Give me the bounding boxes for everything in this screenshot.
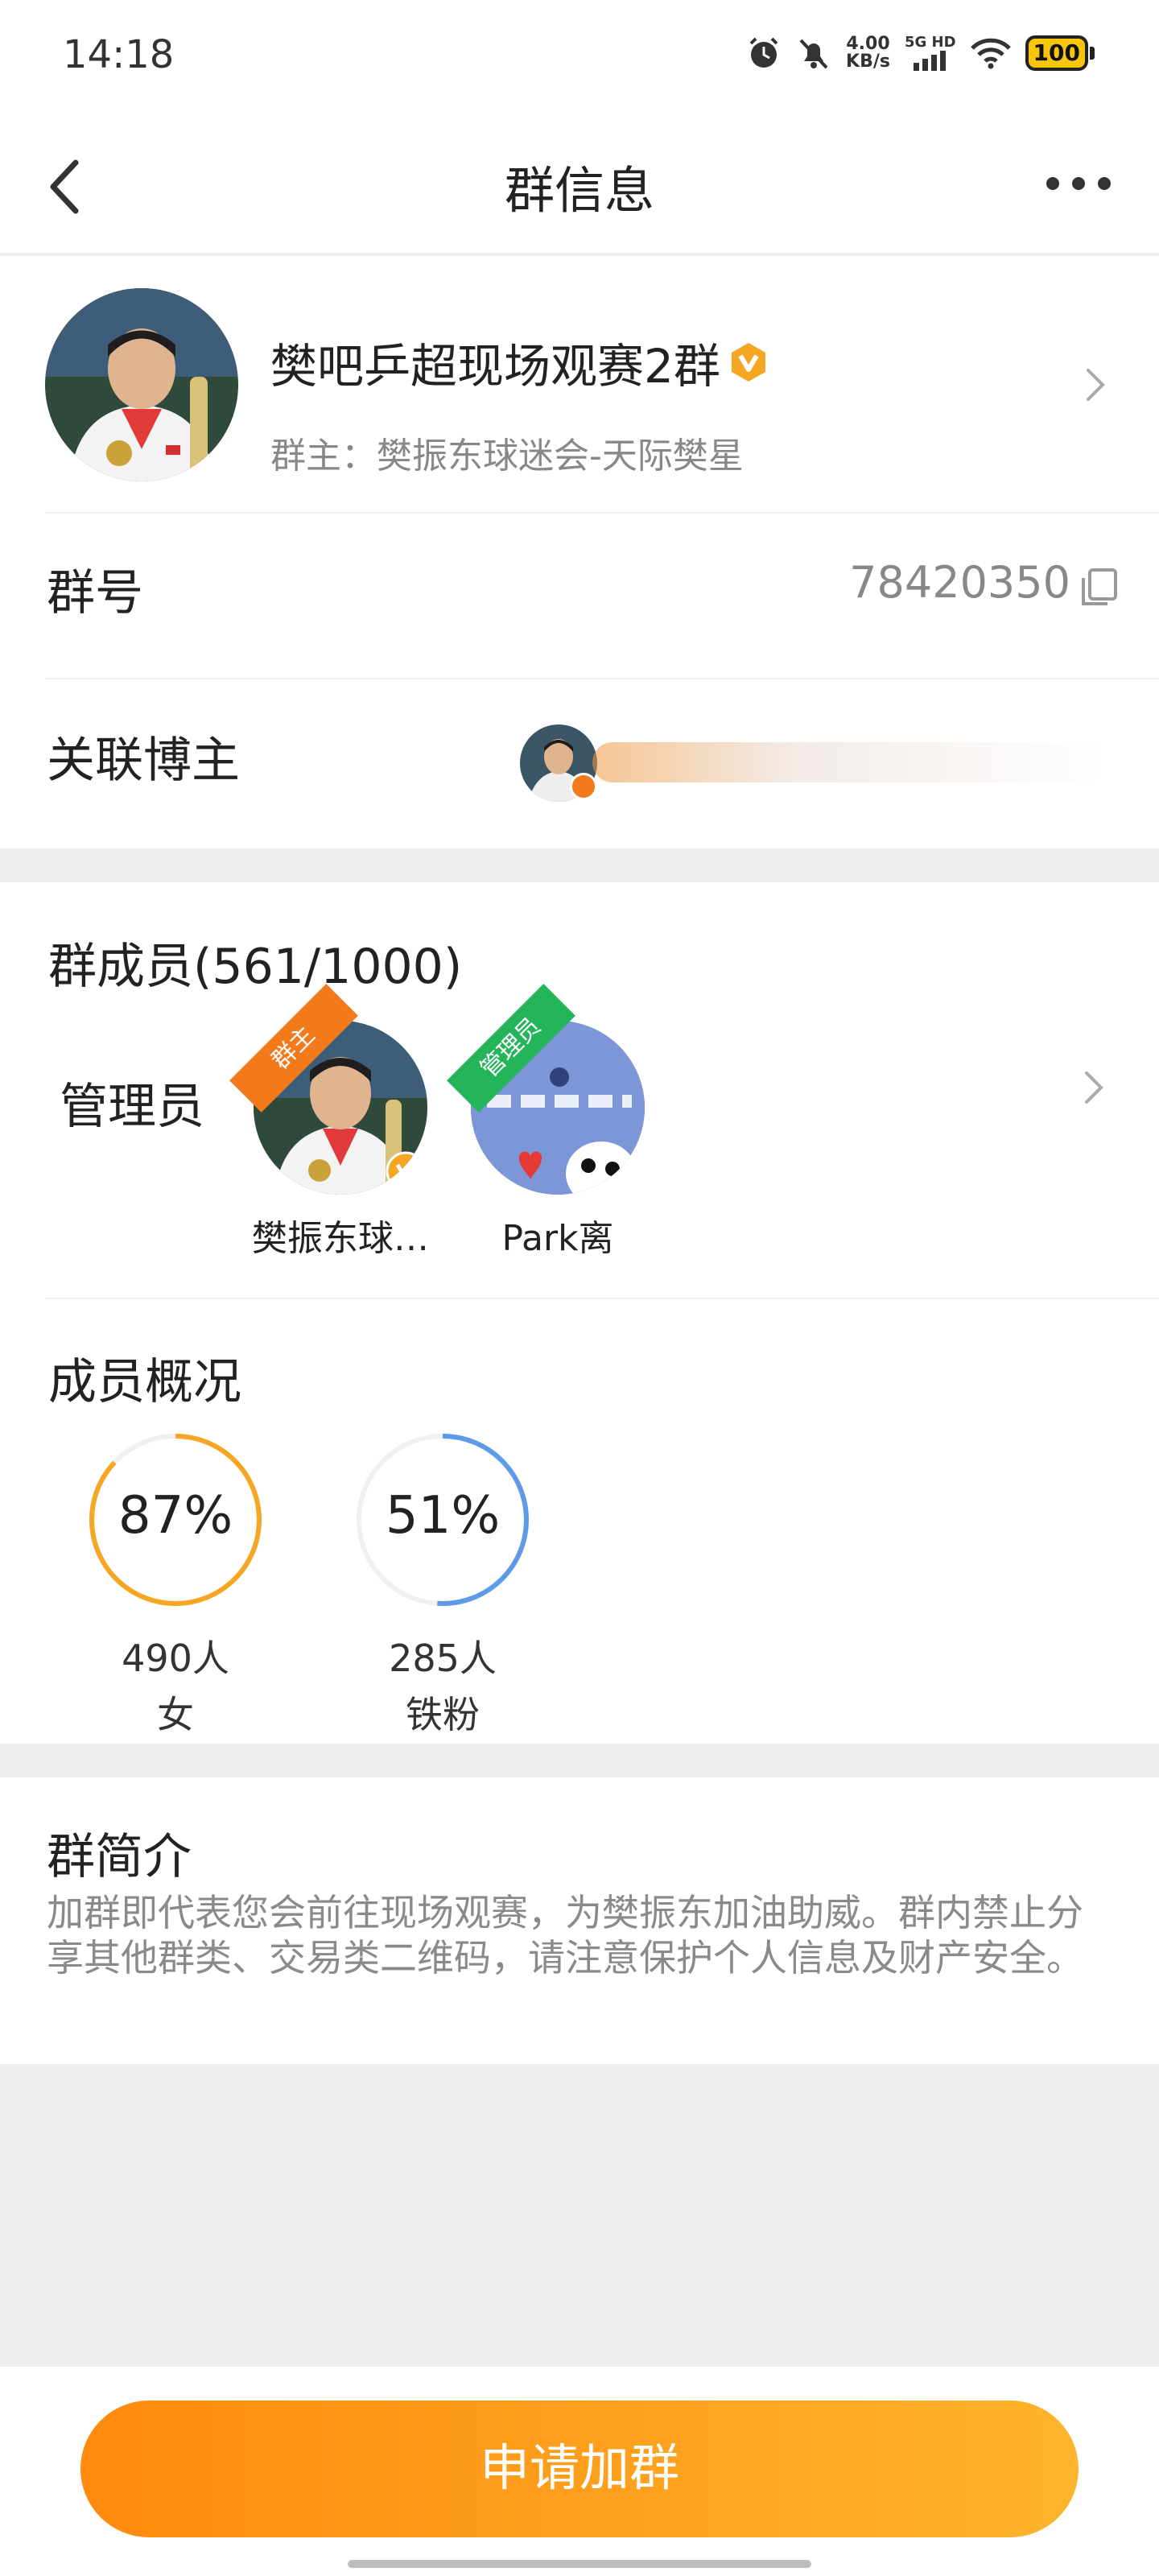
- alarm-icon: [749, 37, 778, 68]
- status-icons: 4.00 KB/s 5G HD 100: [746, 35, 1095, 71]
- stat-count: 285人: [389, 1637, 497, 1680]
- group-owner: 群主：樊振东球迷会-天际樊星: [270, 436, 744, 477]
- stat-percent: 87%: [118, 1486, 233, 1546]
- group-number-value: 78420350: [849, 557, 1070, 608]
- chevron-right-icon: [1087, 369, 1105, 401]
- intro-text: 加群即代表您会前往现场观赛，为樊振东加油助威。群内禁止分享其他群类、交易类二维码…: [47, 1891, 1083, 1979]
- battery-icon: 100: [1025, 35, 1095, 71]
- stat-count: 490人: [122, 1637, 229, 1680]
- linked-blogger-label: 关联博主: [47, 733, 240, 789]
- verified-badge-icon: [386, 1151, 426, 1191]
- group-header[interactable]: 樊吧乒超现场观赛2群 群主：樊振东球迷会-天际樊星: [45, 288, 1116, 481]
- status-time: 14:18: [63, 32, 175, 77]
- divider: [45, 1298, 1159, 1299]
- admin-name: Park离: [501, 1218, 614, 1259]
- status-bar: 14:18 4.00 KB/s 5G HD 100: [0, 0, 1159, 121]
- divider: [45, 678, 1159, 679]
- bottom-bar: 申请加群: [0, 2367, 1159, 2576]
- copy-icon[interactable]: [1075, 564, 1124, 612]
- signal-icon: [913, 51, 946, 71]
- signal-group: 5G HD: [905, 35, 956, 71]
- intro-card: 群简介 加群即代表您会前往现场观赛，为樊振东加油助威。群内禁止分享其他群类、交易…: [0, 1777, 1159, 2064]
- stat-gender: 87% 490人 女: [79, 1431, 272, 1739]
- progress-ring: 51%: [354, 1431, 531, 1608]
- nav-bar: 群信息: [0, 121, 1159, 254]
- blogger-name-blurred: [592, 742, 1107, 782]
- verified-badge-icon: [731, 343, 765, 382]
- mute-icon: [799, 39, 828, 69]
- linked-blogger[interactable]: [520, 724, 1116, 805]
- stat-percent: 51%: [385, 1486, 501, 1546]
- group-info-card: 樊吧乒超现场观赛2群 群主：樊振东球迷会-天际樊星 群号 78420350 关联…: [0, 256, 1159, 848]
- page-title: 群信息: [504, 161, 654, 220]
- admin-name: 樊振东球…: [252, 1218, 429, 1259]
- section-gap: [0, 848, 1159, 882]
- stat-label: 女: [157, 1693, 194, 1736]
- members-title: 群成员(561/1000): [48, 939, 463, 995]
- admin-item-owner[interactable]: 群主 樊振东球…: [229, 984, 433, 1261]
- group-avatar: [45, 288, 238, 481]
- blogger-badge-icon: [570, 773, 597, 800]
- stat-label: 铁粉: [406, 1693, 480, 1736]
- divider: [45, 512, 1159, 514]
- group-number-label: 群号: [47, 565, 143, 621]
- stat-fans: 51% 285人 铁粉: [346, 1431, 539, 1739]
- section-gap: [0, 1744, 1159, 1777]
- overview-title: 成员概况: [48, 1354, 241, 1410]
- admin-item-manager[interactable]: 管理员 Park离: [447, 984, 650, 1261]
- home-indicator[interactable]: [348, 2560, 811, 2568]
- progress-ring: 87%: [87, 1431, 264, 1608]
- join-group-button[interactable]: 申请加群: [80, 2401, 1079, 2537]
- admin-label: 管理员: [60, 1079, 204, 1135]
- members-card: 群成员(561/1000) 管理员 群主 樊振东球… 管理员 Park离 成员概…: [0, 882, 1159, 1744]
- chevron-right-icon[interactable]: [1074, 1063, 1114, 1112]
- wifi-icon: [970, 38, 1011, 69]
- intro-title: 群简介: [47, 1829, 192, 1885]
- more-icon[interactable]: [1046, 177, 1111, 190]
- net-speed: 4.00 KB/s: [846, 34, 890, 72]
- group-name: 樊吧乒超现场观赛2群: [270, 328, 770, 396]
